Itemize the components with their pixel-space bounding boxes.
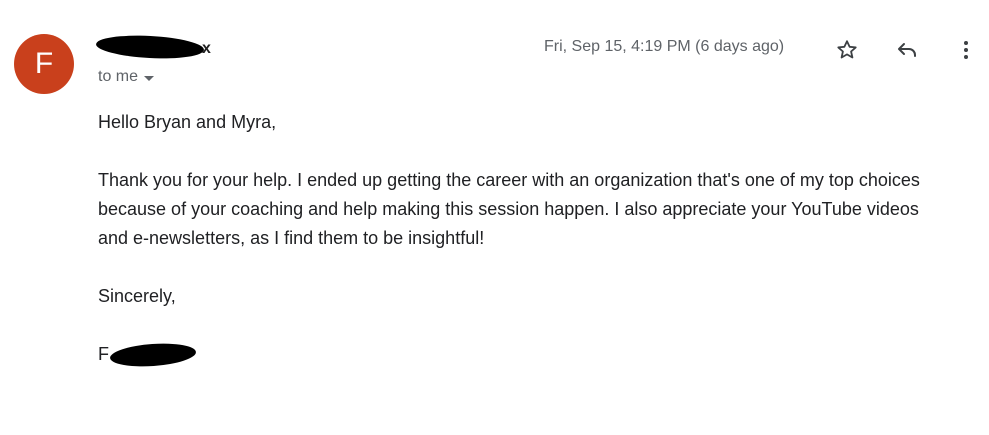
message-date: Fri, Sep 15, 4:19 PM (6 days ago) <box>544 38 785 55</box>
sender-name-visible: x <box>202 40 211 57</box>
star-button[interactable] <box>833 36 861 64</box>
sender-name[interactable]: x <box>95 33 218 61</box>
more-options-button[interactable] <box>952 36 980 64</box>
more-vert-icon <box>964 41 968 59</box>
star-icon <box>837 40 857 59</box>
signature-initial: F <box>98 344 109 364</box>
message-greeting: Hello Bryan and Myra, <box>98 112 277 132</box>
sender-avatar[interactable]: F <box>14 34 74 94</box>
recipient-dropdown[interactable]: to me <box>98 68 155 86</box>
message-closing: Sincerely, <box>98 286 176 306</box>
chevron-down-icon <box>144 76 155 81</box>
redaction-mark <box>95 33 205 61</box>
reply-button[interactable] <box>893 36 921 64</box>
recipient-label: to me <box>98 68 139 85</box>
redaction-mark <box>109 341 197 369</box>
message-paragraph: Thank you for your help. I ended up gett… <box>98 170 920 248</box>
signature: F <box>98 340 218 369</box>
reply-icon <box>898 43 916 57</box>
